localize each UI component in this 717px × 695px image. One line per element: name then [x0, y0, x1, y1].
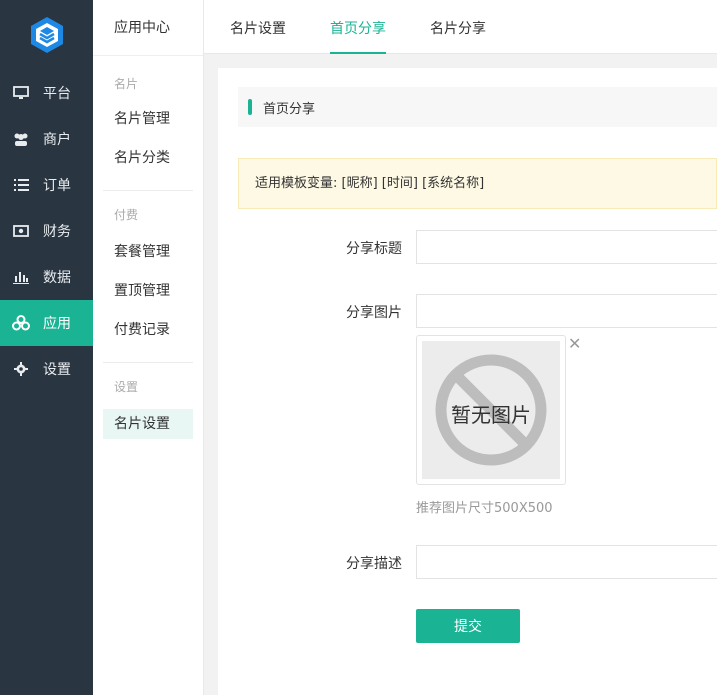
tab-card-share[interactable]: 名片分享	[430, 0, 486, 54]
section-accent-bar	[248, 99, 252, 115]
image-size-hint: 推荐图片尺寸500X500	[416, 501, 553, 516]
share-image-label: 分享图片	[346, 305, 402, 321]
submenu-group-label: 付费	[114, 208, 139, 222]
submenu-item-top[interactable]: 置顶管理	[93, 272, 203, 311]
nav-item-label: 应用	[43, 316, 71, 332]
money-icon	[12, 222, 30, 240]
submenu-item-card-manage[interactable]: 名片管理	[93, 100, 203, 139]
share-title-label: 分享标题	[346, 241, 402, 257]
top-tabs: 名片设置 首页分享 名片分享	[204, 0, 717, 54]
cubes-icon	[12, 314, 30, 332]
submit-button[interactable]: 提交	[416, 609, 520, 643]
secondary-menu: 应用中心 名片 名片管理 名片分类 付费 套餐管理 置顶管理 付费记录 设置 名…	[93, 0, 204, 695]
nav-item-settings[interactable]: 设置	[0, 346, 93, 392]
nav-item-data[interactable]: 数据	[0, 254, 93, 300]
nav-item-merchant[interactable]: 商户	[0, 116, 93, 162]
logo-icon	[30, 17, 63, 53]
nav-item-platform[interactable]: 平台	[0, 70, 93, 116]
nav-item-label: 设置	[43, 362, 71, 378]
submenu-item-payment-records[interactable]: 付费记录	[93, 311, 203, 350]
bar-chart-icon	[12, 268, 30, 286]
submenu-title: 应用中心	[93, 0, 203, 56]
nav-item-orders[interactable]: 订单	[0, 162, 93, 208]
share-desc-input[interactable]	[416, 545, 717, 579]
no-image-text: 暂无图片	[451, 403, 531, 427]
list-icon	[12, 176, 30, 194]
submenu-item-card-settings[interactable]: 名片设置	[103, 409, 193, 439]
nav-item-apps[interactable]: 应用	[0, 300, 93, 346]
gear-icon	[12, 360, 30, 378]
tab-home-share[interactable]: 首页分享	[330, 0, 386, 54]
image-preview[interactable]: 暂无图片	[416, 335, 566, 485]
nav-item-label: 商户	[43, 132, 71, 148]
remove-image-close-icon[interactable]: ✕	[568, 335, 581, 353]
section-title: 首页分享	[263, 102, 316, 117]
nav-item-label: 财务	[43, 224, 71, 240]
submenu-divider	[103, 190, 193, 191]
submenu-group-label: 设置	[114, 380, 139, 394]
tab-card-settings[interactable]: 名片设置	[230, 0, 286, 54]
content-panel: 首页分享 适用模板变量: [昵称] [时间] [系统名称] 分享标题 分享图片 …	[218, 68, 717, 695]
nav-item-label: 平台	[43, 86, 71, 102]
submenu-item-card-category[interactable]: 名片分类	[93, 139, 203, 178]
submenu-divider	[103, 362, 193, 363]
section-header: 首页分享	[238, 87, 717, 127]
nav-item-label: 数据	[43, 270, 71, 286]
no-image-placeholder: 暂无图片	[422, 341, 560, 479]
monitor-icon	[12, 84, 30, 102]
share-title-input[interactable]	[416, 230, 717, 264]
logo[interactable]	[0, 0, 93, 70]
submenu-group-label: 名片	[114, 77, 139, 91]
nav-item-finance[interactable]: 财务	[0, 208, 93, 254]
users-icon	[12, 130, 30, 148]
submenu-item-package[interactable]: 套餐管理	[93, 233, 203, 272]
share-desc-label: 分享描述	[346, 556, 402, 572]
share-image-input[interactable]	[416, 294, 717, 328]
main-nav: 平台 商户 订单 财务 数据 应用 设置	[0, 0, 93, 695]
nav-item-label: 订单	[43, 178, 71, 194]
template-variables-tip: 适用模板变量: [昵称] [时间] [系统名称]	[238, 158, 717, 209]
